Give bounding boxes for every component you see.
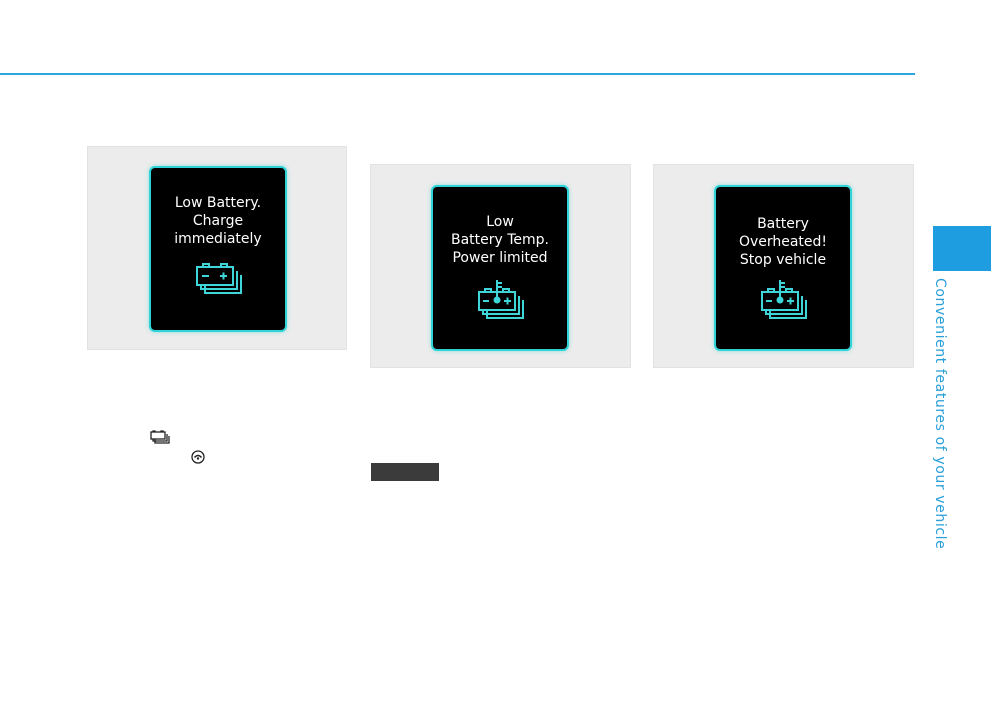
warning-panel-battery-overheated: Battery Overheated! Stop vehicle [653,164,914,368]
warning-panel-low-battery-temp: Low Battery Temp. Power limited [370,164,631,368]
battery-thermometer-icon [477,278,525,322]
warning-message: Low Battery Temp. Power limited [450,214,550,266]
cluster-screen: Low Battery. Charge immediately [149,166,287,332]
header-rule [0,73,915,75]
section-label-bar [371,463,439,481]
warning-message: Battery Overheated! Stop vehicle [738,216,828,268]
cluster-screen: Battery Overheated! Stop vehicle [714,185,852,351]
chapter-title: Convenient features of your vehicle [932,278,948,550]
warning-panel-low-battery: Low Battery. Charge immediately [87,146,347,350]
warning-message: Low Battery. Charge immediately [174,195,262,247]
chapter-tab [933,226,991,271]
battery-stack-icon [195,263,243,297]
battery-thermometer-icon [760,278,808,322]
cluster-screen: Low Battery Temp. Power limited [431,185,569,351]
battery-stack-icon [150,430,170,449]
service-icon [191,449,205,468]
